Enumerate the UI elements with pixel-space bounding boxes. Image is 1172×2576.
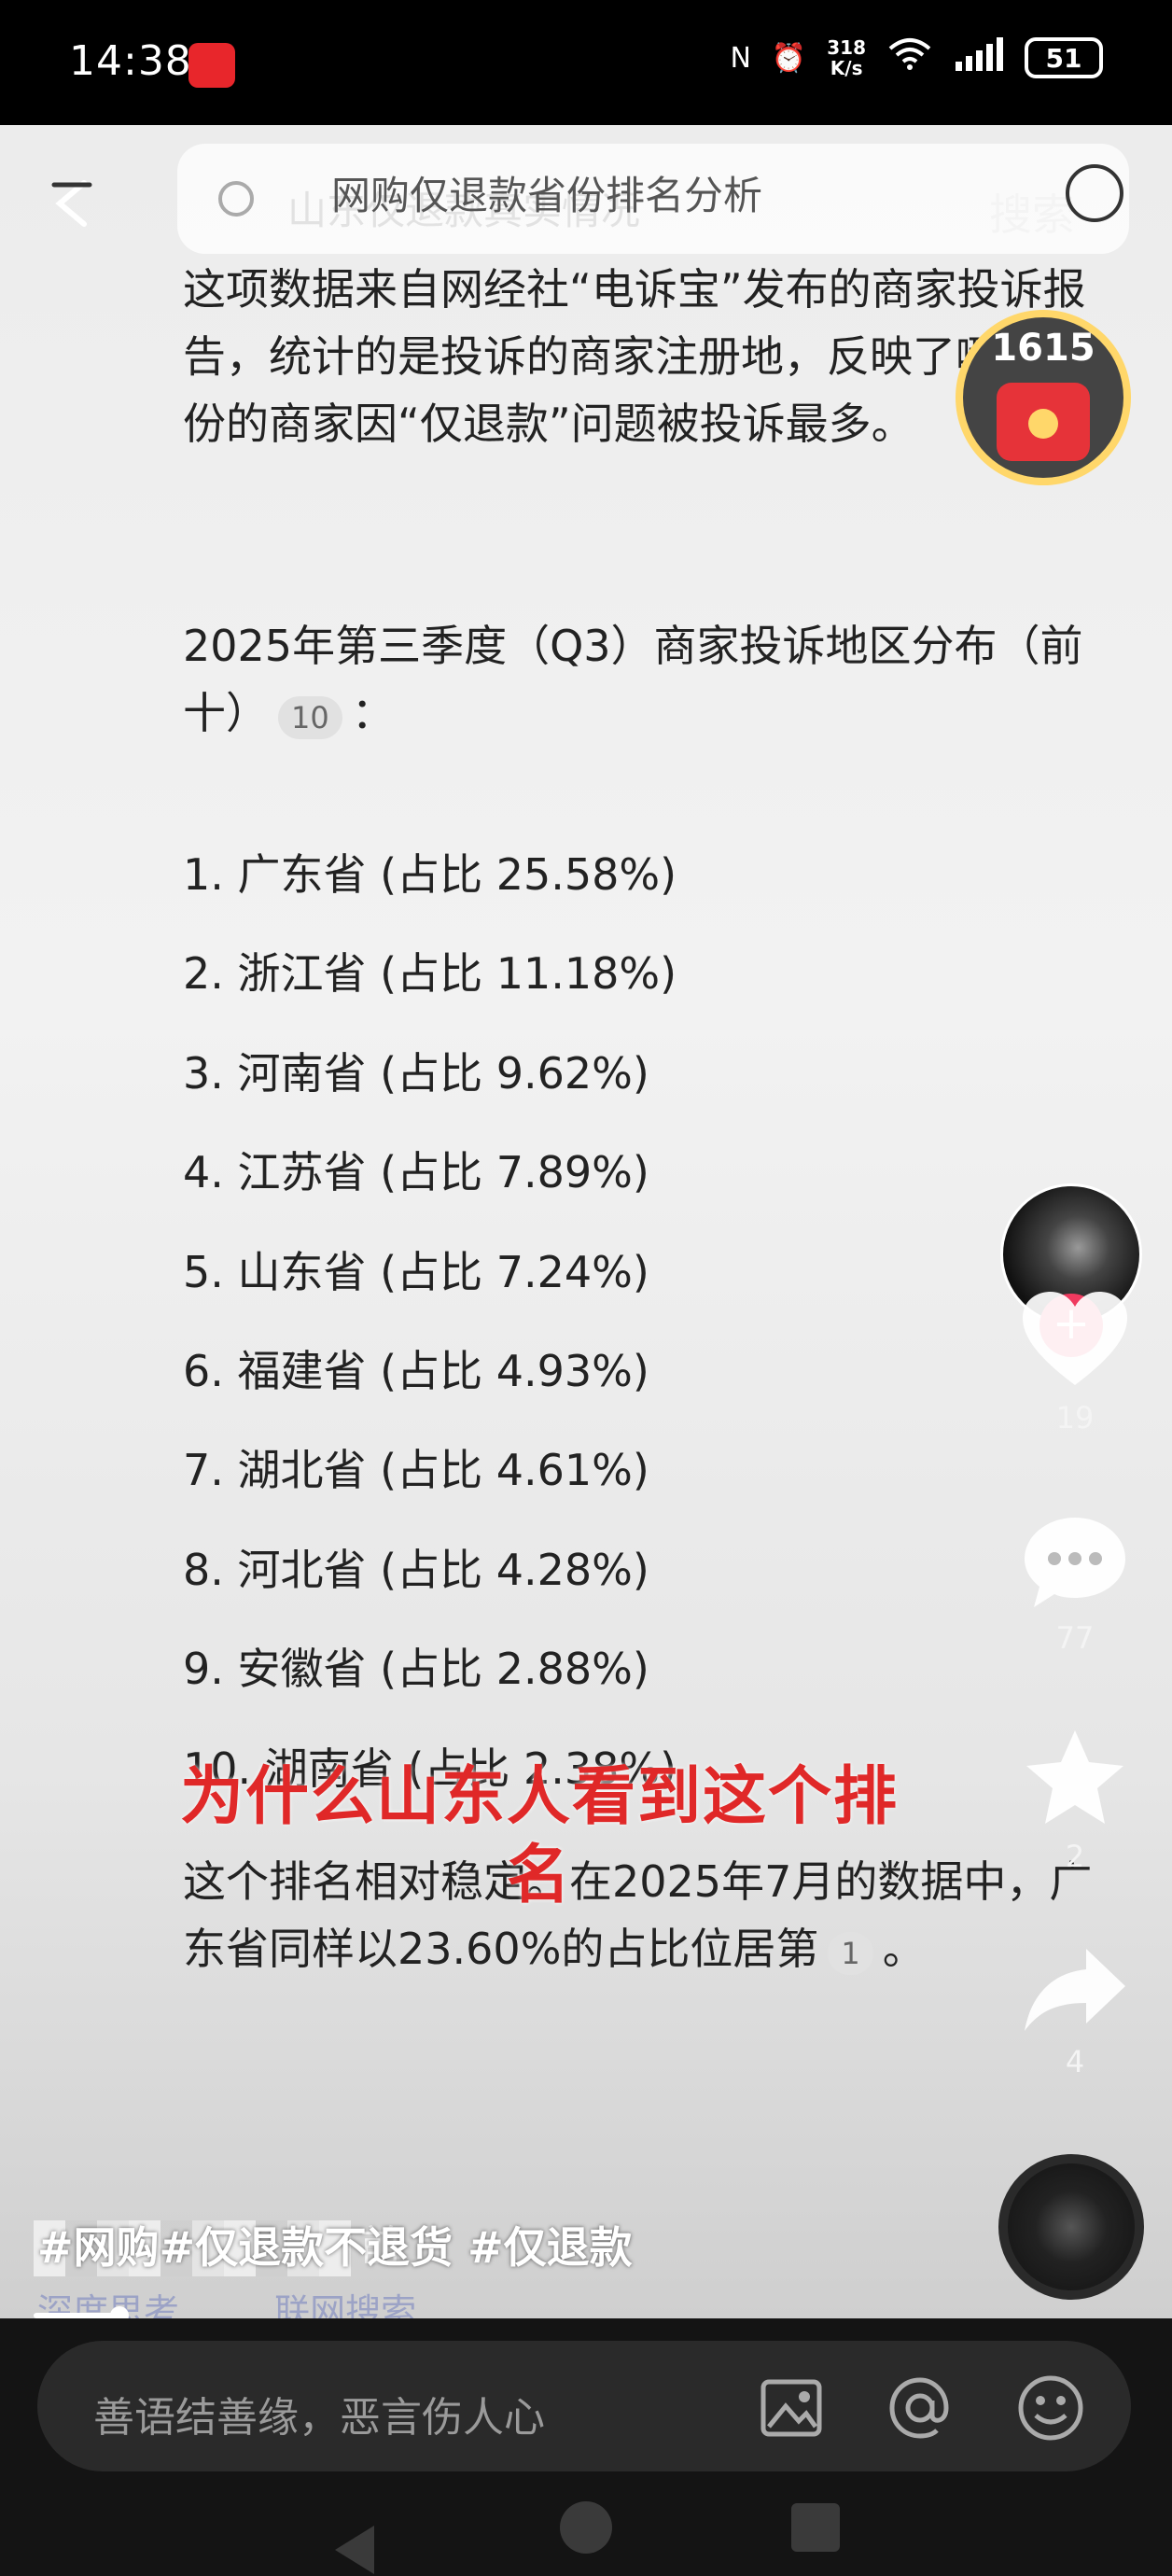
ranking-item: 8. 河北省 (占比 4.28%): [183, 1544, 649, 1595]
red-packet-widget[interactable]: 1615: [956, 310, 1131, 485]
comment-input[interactable]: 善语结善缘，恶言伤人心: [37, 2341, 1131, 2471]
ranking-item: 7. 湖北省 (占比 4.61%): [183, 1445, 649, 1496]
back-arrow-icon[interactable]: [47, 175, 103, 231]
share-button[interactable]: 4: [1019, 1945, 1131, 2079]
share-icon: [1025, 1949, 1125, 2031]
favorite-count: 2: [1065, 1839, 1085, 1874]
status-bar: 14:38 N ⏰ 318 K/s 51: [0, 0, 1172, 125]
search-icon: [218, 181, 254, 217]
ranking-item: 4. 江苏省 (占比 7.89%): [183, 1147, 649, 1198]
app-notification-icon: [188, 43, 235, 88]
cell-signal-icon: [954, 37, 1004, 78]
nav-home-icon[interactable]: [560, 2501, 612, 2554]
status-indicators: N ⏰ 318 K/s 51: [730, 37, 1103, 78]
favorite-button[interactable]: 2: [1019, 1727, 1131, 1874]
comment-icon: [1025, 1518, 1125, 1607]
new-chat-icon[interactable]: [1066, 164, 1123, 222]
red-packet-count: 1615: [991, 327, 1095, 370]
reference-badge[interactable]: 10: [278, 696, 342, 739]
nfc-icon: N: [730, 41, 751, 75]
video-content[interactable]: 山东仅退款真实情况 搜索 网购仅退款省份排名分析 这项数据来自网经社“电诉宝”发…: [0, 125, 1172, 2318]
star-icon: [1026, 1730, 1123, 1824]
wifi-icon: [886, 37, 933, 78]
heart-icon: [1023, 1292, 1127, 1385]
share-count: 4: [1065, 2044, 1085, 2079]
hashtags[interactable]: #网购#仅退款不退货 #仅退款: [37, 2214, 633, 2275]
comment-button[interactable]: 77: [1019, 1514, 1131, 1656]
emoji-icon[interactable]: [1015, 2373, 1086, 2443]
comment-placeholder: 善语结善缘，恶言伤人心: [93, 2394, 545, 2442]
video-caption-overlay: 为什么山东人看到这个排名: [179, 1760, 899, 1912]
ranking-item: 9. 安徽省 (占比 2.88%): [183, 1644, 649, 1695]
article-heading: 2025年第三季度（Q3）商家投诉地区分布（前十） 10：: [183, 621, 1083, 739]
music-disc[interactable]: [998, 2154, 1144, 2300]
like-button[interactable]: 19: [1019, 1288, 1131, 1435]
nav-recents-icon[interactable]: [791, 2503, 840, 2552]
battery-indicator: 51: [1025, 37, 1103, 78]
ranking-item: 2. 浙江省 (占比 11.18%): [183, 948, 677, 1000]
status-time: 14:38: [69, 37, 192, 85]
network-speed: 318 K/s: [827, 36, 866, 79]
reference-badge[interactable]: 1: [828, 1932, 873, 1975]
ranking-list: 1. 广东省 (占比 25.58%) 2. 浙江省 (占比 11.18%) 3.…: [183, 825, 677, 1818]
ranking-item: 6. 福建省 (占比 4.93%): [183, 1345, 649, 1396]
ranking-item: 5. 山东省 (占比 7.24%): [183, 1246, 649, 1297]
ranking-item: 1. 广东省 (占比 25.58%): [183, 849, 677, 900]
result-title: 网购仅退款省份排名分析: [331, 173, 763, 218]
red-envelope-icon: [997, 383, 1090, 461]
search-button[interactable]: 搜索: [989, 181, 1075, 243]
comment-count: 77: [1055, 1620, 1095, 1656]
alarm-icon: ⏰: [771, 41, 807, 75]
ranking-item: 3. 河南省 (占比 9.62%): [183, 1047, 649, 1099]
nav-back-icon[interactable]: [331, 2524, 378, 2576]
mention-icon[interactable]: [885, 2373, 956, 2443]
image-icon[interactable]: [756, 2373, 827, 2443]
like-count: 19: [1055, 1400, 1095, 1435]
